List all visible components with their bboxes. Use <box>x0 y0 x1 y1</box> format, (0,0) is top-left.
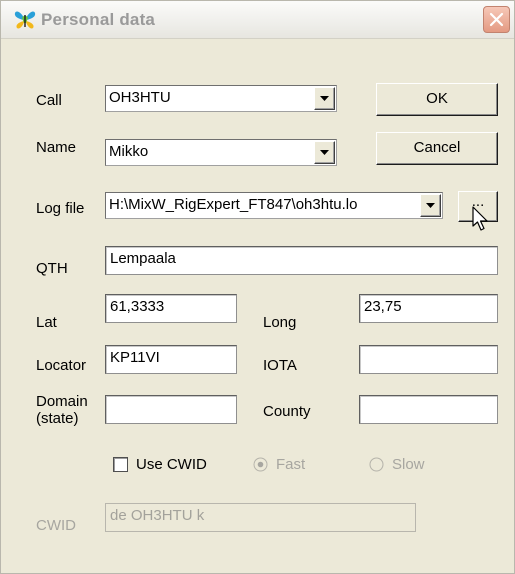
call-value: OH3HTU <box>109 89 171 106</box>
county-field[interactable] <box>359 395 498 424</box>
lat-field[interactable]: 61,3333 <box>105 294 237 323</box>
county-label: County <box>263 403 311 420</box>
domain-label-line1: Domain <box>36 393 88 410</box>
iota-field[interactable] <box>359 345 498 374</box>
ok-button[interactable]: OK <box>376 83 498 116</box>
title-bar[interactable]: Personal data <box>1 1 514 39</box>
locator-label: Locator <box>36 357 87 374</box>
domain-field[interactable] <box>105 395 237 424</box>
mouse-pointer-icon <box>472 206 488 231</box>
long-label: Long <box>263 314 297 331</box>
long-field[interactable]: 23,75 <box>359 294 498 323</box>
name-label: Name <box>36 139 77 156</box>
cwid-label: CWID <box>36 517 76 534</box>
close-icon <box>489 12 504 27</box>
chevron-down-icon <box>320 150 329 155</box>
name-dropdown-button[interactable] <box>314 141 335 164</box>
log-file-dropdown-button[interactable] <box>420 194 441 217</box>
call-combo[interactable]: OH3HTU <box>105 85 337 112</box>
slow-label[interactable]: Slow <box>392 456 425 473</box>
call-label: Call <box>36 92 62 109</box>
cancel-button[interactable]: Cancel <box>376 132 498 165</box>
qth-label: QTH <box>36 260 68 277</box>
lat-label: Lat <box>36 314 57 331</box>
name-value: Mikko <box>109 143 149 160</box>
iota-label: IOTA <box>263 357 297 374</box>
chevron-down-icon <box>426 203 435 208</box>
log-file-label: Log file <box>36 200 85 217</box>
name-combo[interactable]: Mikko <box>105 139 337 166</box>
locator-field[interactable]: KP11VI <box>105 345 237 374</box>
domain-label-line2: (state) <box>36 410 79 427</box>
log-file-combo[interactable]: H:\MixW_RigExpert_FT847\oh3htu.lo <box>105 192 443 219</box>
domain-label: Domain (state) <box>36 393 88 427</box>
use-cwid-checkbox[interactable] <box>113 457 128 472</box>
fast-radio[interactable] <box>253 457 268 472</box>
use-cwid-label[interactable]: Use CWID <box>136 456 207 473</box>
chevron-down-icon <box>320 96 329 101</box>
fast-label[interactable]: Fast <box>276 456 305 473</box>
personal-data-dialog: Personal data Call OH3HTU OK Name Mikko … <box>0 0 515 574</box>
cwid-field[interactable]: de OH3HTU k <box>105 503 416 532</box>
butterfly-icon <box>14 11 36 29</box>
call-dropdown-button[interactable] <box>314 87 335 110</box>
window-title: Personal data <box>41 10 156 29</box>
log-file-value: H:\MixW_RigExpert_FT847\oh3htu.lo <box>109 196 358 213</box>
qth-field[interactable]: Lempaala <box>105 246 498 275</box>
close-button[interactable] <box>483 6 510 33</box>
slow-radio[interactable] <box>369 457 384 472</box>
